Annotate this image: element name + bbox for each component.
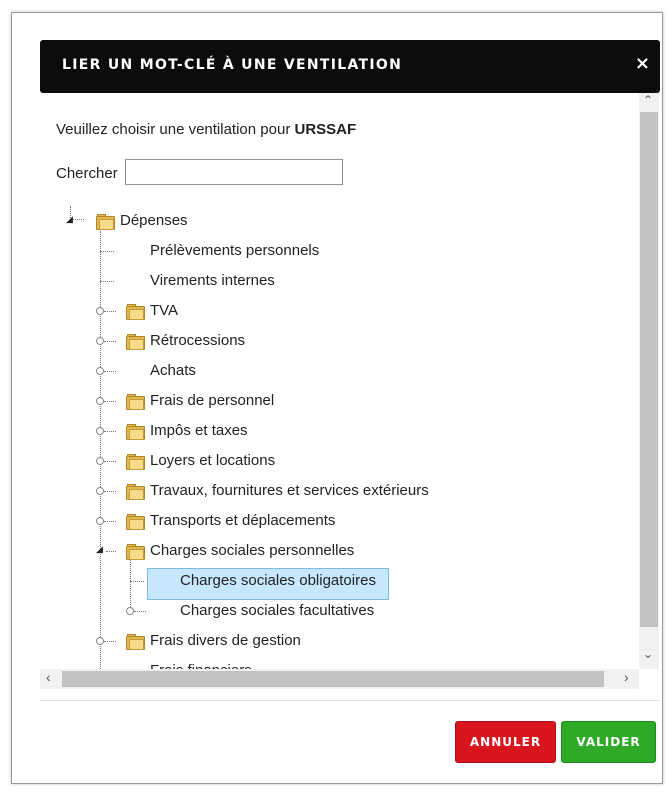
tree-connector [104, 431, 116, 432]
collapse-icon[interactable]: ◢ [96, 544, 103, 555]
tree-connector [104, 401, 116, 402]
footer-divider [40, 700, 660, 701]
intro-target: URSSAF [294, 121, 357, 138]
scroll-up-icon[interactable]: ⌃ [643, 93, 653, 107]
tree-connector [104, 461, 116, 462]
tree-connector [134, 611, 146, 612]
tree-connector [104, 341, 116, 342]
expander-icon[interactable] [96, 427, 104, 435]
cancel-button[interactable]: ANNULER [455, 721, 556, 763]
tree-connector [104, 311, 116, 312]
tree-connector [100, 231, 101, 669]
scroll-thumb[interactable] [640, 112, 658, 627]
expander-icon[interactable] [96, 637, 104, 645]
scroll-down-icon[interactable]: ⌄ [643, 647, 653, 661]
folder-icon [126, 634, 145, 650]
folder-icon [126, 304, 145, 320]
expander-icon[interactable] [96, 397, 104, 405]
intro-text: Veuillez choisir une ventilation pour UR… [56, 121, 356, 138]
tree-connector [100, 251, 114, 252]
folder-icon [126, 394, 145, 410]
dialog-content: Veuillez choisir une ventilation pour UR… [40, 93, 662, 669]
scroll-left-icon[interactable]: ‹ [46, 669, 51, 685]
folder-icon [126, 334, 145, 350]
vertical-scrollbar[interactable]: ⌃ ⌄ [639, 93, 659, 669]
tree-connector [104, 371, 116, 372]
tree-connector [106, 551, 116, 552]
expander-icon[interactable] [96, 457, 104, 465]
search-label: Chercher [56, 165, 118, 182]
dialog-title: LIER UN MOT-CLÉ À UNE VENTILATION [62, 57, 403, 73]
tree-connector [104, 641, 116, 642]
scroll-thumb[interactable] [62, 671, 604, 687]
folder-icon [126, 514, 145, 530]
intro-prefix: Veuillez choisir une ventilation pour [56, 121, 295, 138]
tree-connector [104, 521, 116, 522]
validate-button[interactable]: VALIDER [561, 721, 656, 763]
folder-icon [96, 214, 115, 230]
expander-icon[interactable] [126, 607, 134, 615]
expander-icon[interactable] [96, 517, 104, 525]
tree-connector [100, 281, 114, 282]
expander-icon[interactable] [96, 487, 104, 495]
search-input[interactable] [125, 159, 343, 185]
expander-icon[interactable] [96, 337, 104, 345]
tree-connector [130, 581, 144, 582]
expander-icon[interactable] [96, 307, 104, 315]
tree-connector [104, 491, 116, 492]
folder-icon [126, 544, 145, 560]
horizontal-scrollbar[interactable]: ‹ › [40, 669, 639, 689]
expander-icon[interactable] [96, 367, 104, 375]
collapse-icon[interactable]: ◢ [66, 214, 73, 225]
folder-icon [126, 424, 145, 440]
close-icon[interactable]: × [635, 53, 650, 74]
folder-icon [126, 484, 145, 500]
scroll-right-icon[interactable]: › [624, 669, 629, 685]
dialog-titlebar: LIER UN MOT-CLÉ À UNE VENTILATION × [40, 40, 660, 93]
folder-icon [126, 454, 145, 470]
